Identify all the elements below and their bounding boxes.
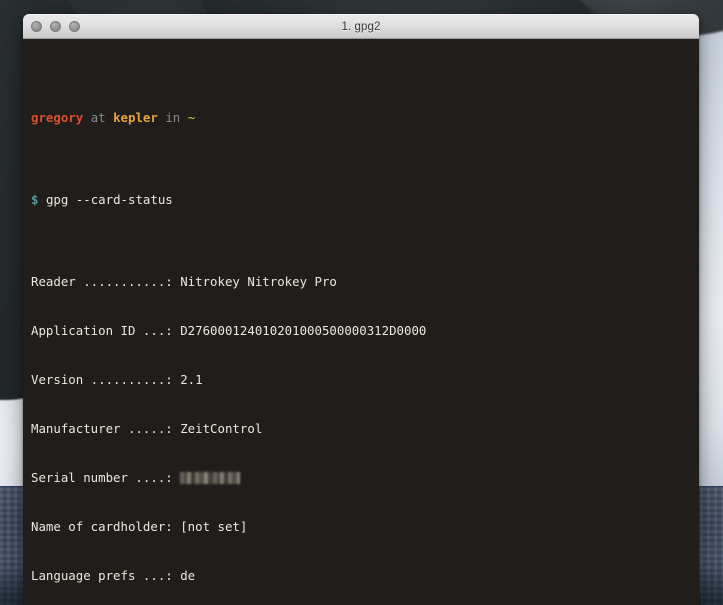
minimize-button[interactable]	[50, 21, 61, 32]
card-row-language-prefs: Language prefs ...: de	[31, 568, 691, 584]
card-row-label: Version ..........:	[31, 372, 173, 387]
prompt-user: gregory	[31, 110, 83, 125]
window-controls[interactable]	[31, 15, 80, 38]
card-row-value: [not set]	[180, 519, 247, 534]
card-row-label: Name of cardholder:	[31, 519, 173, 534]
card-row-value: D276000124010201000500000312D0000	[180, 323, 426, 338]
terminal-output-area[interactable]: gregory at kepler in ~ $ gpg --card-stat…	[23, 39, 699, 605]
card-row-value: 2.1	[180, 372, 202, 387]
prompt-path: ~	[188, 110, 195, 125]
card-row-reader: Reader ...........: Nitrokey Nitrokey Pr…	[31, 274, 691, 290]
command-line-card-status: $ gpg --card-status	[31, 192, 691, 208]
card-row-label: Serial number ....:	[31, 470, 173, 485]
card-row-value: ZeitControl	[180, 421, 262, 436]
prompt-at-word: at	[91, 110, 106, 125]
card-row-version: Version ..........: 2.1	[31, 372, 691, 388]
card-row-cardholder-name: Name of cardholder: [not set]	[31, 519, 691, 535]
card-row-serial-number: Serial number ....:	[31, 470, 691, 486]
prompt-in-word: in	[165, 110, 180, 125]
card-row-manufacturer: Manufacturer .....: ZeitControl	[31, 421, 691, 437]
command-text: gpg --card-status	[46, 192, 173, 207]
card-row-label: Manufacturer .....:	[31, 421, 173, 436]
card-row-label: Reader ...........:	[31, 274, 173, 289]
zoom-button[interactable]	[69, 21, 80, 32]
card-row-value: Nitrokey Nitrokey Pro	[180, 274, 337, 289]
card-row-application-id: Application ID ...: D2760001240102010005…	[31, 323, 691, 339]
terminal-window[interactable]: 1. gpg2 gregory at kepler in ~ $ gpg --c…	[23, 14, 699, 605]
prompt-host: kepler	[113, 110, 158, 125]
card-row-label: Application ID ...:	[31, 323, 173, 338]
close-button[interactable]	[31, 21, 42, 32]
window-titlebar[interactable]: 1. gpg2	[23, 14, 699, 39]
redacted-serial-number	[180, 472, 240, 484]
shell-prompt-line: gregory at kepler in ~	[31, 110, 691, 126]
window-title: 1. gpg2	[341, 21, 380, 33]
card-row-label: Language prefs ...:	[31, 568, 173, 583]
prompt-sigil: $	[31, 192, 38, 207]
card-row-value: de	[180, 568, 195, 583]
